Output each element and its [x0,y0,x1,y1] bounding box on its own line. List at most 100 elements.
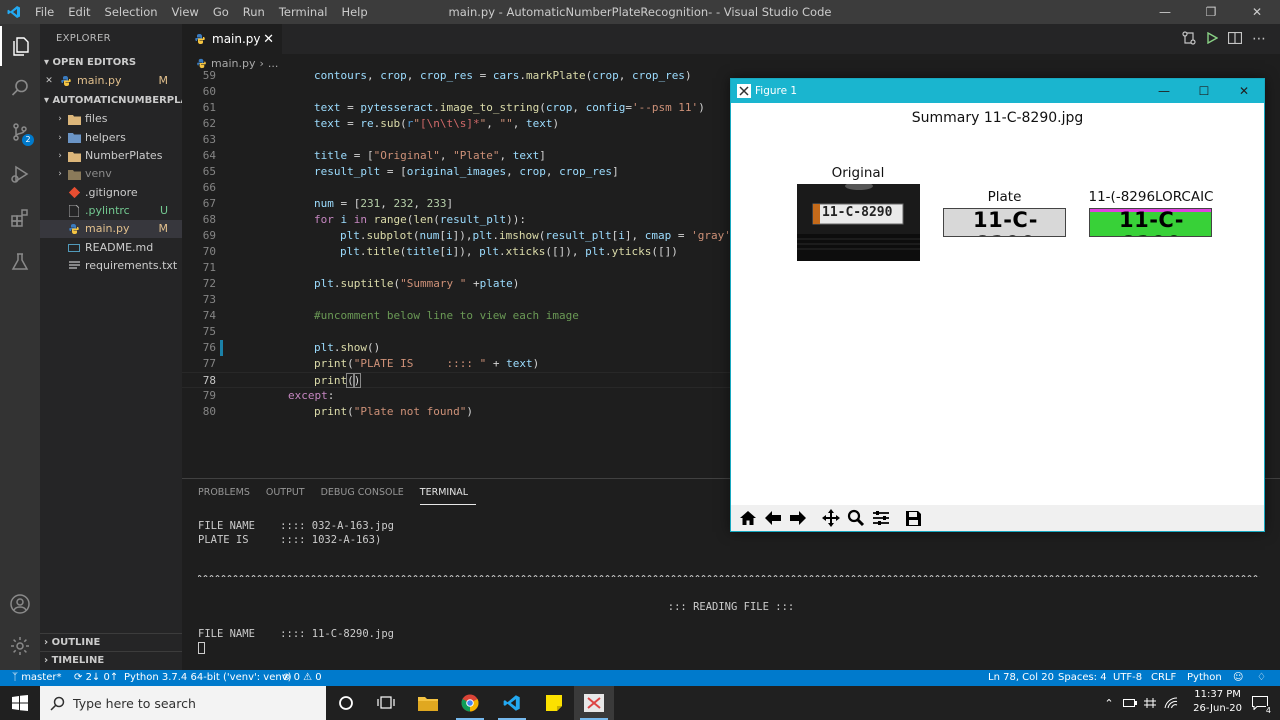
file-gitignore[interactable]: .gitignore [40,183,182,201]
status-bar: ᛉ master* ⟳ 2↓ 0↑ Python 3.7.4 64-bit ('… [0,670,1280,686]
python-interpreter[interactable]: Python 3.7.4 64-bit ('venv': venv) [124,670,292,686]
close-icon[interactable]: ✕ [1234,0,1280,24]
editor-tabs: main.py ✕ ⋯ [182,24,1280,54]
folder-icon [66,151,82,162]
tab-terminal[interactable]: TERMINAL [419,487,477,505]
chevron-right-icon: › [44,655,52,666]
figure-canvas[interactable]: Summary 11-C-8290.jpg Original 11-C-8290… [731,103,1264,505]
tab-output[interactable]: OUTPUT [266,487,313,505]
branch-status[interactable]: ᛉ master* [12,670,61,686]
code-line: 77 print("PLATE IS :::: " + text) [182,356,730,372]
code-line: 69 plt.subplot(num[i]),plt.imshow(result_… [182,228,730,244]
more-actions-icon[interactable]: ⋯ [1252,31,1266,47]
vscode-taskbar-icon[interactable] [492,686,532,720]
minimize-icon[interactable]: — [1144,79,1184,103]
taskbar-search[interactable]: Type here to search [40,686,326,720]
end-of-line[interactable]: CRLF [1151,670,1176,686]
back-arrow-icon[interactable] [760,506,785,530]
pan-move-icon[interactable] [818,506,843,530]
close-icon[interactable]: ✕ [1224,79,1264,103]
line-number: 71 [202,261,216,274]
clock-time: 11:37 PM [1194,689,1241,700]
activity-bar: 2 [0,24,40,670]
close-tab-icon[interactable]: ✕ [263,32,274,47]
menu-run[interactable]: Run [236,0,272,24]
cursor-position[interactable]: Ln 78, Col 20 [988,670,1054,686]
subplot-title-result: 11-(-8296LORCAIC [1088,189,1214,205]
folder-numberplates[interactable]: › NumberPlates [40,147,182,165]
settings-gear-icon[interactable] [0,626,40,666]
tab-main-py[interactable]: main.py ✕ [182,24,282,54]
file-explorer-icon[interactable] [408,686,448,720]
language-mode[interactable]: Python [1187,670,1222,686]
file-readme[interactable]: README.md [40,238,182,256]
folder-venv[interactable]: › venv [40,165,182,183]
sync-status[interactable]: ⟳ 2↓ 0↑ [74,670,118,686]
indentation[interactable]: Spaces: 4 [1058,670,1107,686]
source-control-icon[interactable]: 2 [0,112,40,152]
outline-section[interactable]: › OUTLINE [40,633,182,651]
open-editors-header[interactable]: ▾ OPEN EDITORS [40,54,182,72]
timeline-section[interactable]: › TIMELINE [40,651,182,669]
home-icon[interactable] [735,506,760,530]
configure-subplots-icon[interactable] [868,506,893,530]
menu-selection[interactable]: Selection [98,0,165,24]
zoom-magnifier-icon[interactable] [843,506,868,530]
subplot-title-plate: Plate [987,189,1022,205]
sticky-notes-icon[interactable] [534,686,574,720]
line-number: 65 [202,165,216,178]
vscode-logo-icon[interactable] [0,0,28,24]
menu-edit[interactable]: Edit [61,0,97,24]
windows-start-icon[interactable] [0,686,40,720]
run-python-icon[interactable] [1206,31,1219,47]
testing-icon[interactable] [0,242,40,282]
compare-changes-icon[interactable] [1182,30,1196,48]
save-figure-icon[interactable] [901,506,926,530]
taskbar-clock[interactable]: 11:37 PM 26-Jun-20 [1193,688,1242,716]
run-debug-icon[interactable] [0,154,40,194]
maximize-icon[interactable]: ☐ [1184,79,1224,103]
task-view-icon[interactable] [366,686,406,720]
notifications-bell-icon[interactable]: ♢ [1257,670,1266,686]
restore-icon[interactable]: ❐ [1188,0,1234,24]
battery-icon[interactable] [1120,686,1140,720]
tab-debug-console[interactable]: DEBUG CONSOLE [321,487,412,505]
extensions-icon[interactable] [0,198,40,238]
file-main-py[interactable]: main.py M [40,220,182,239]
figure-title-bar[interactable]: Figure 1 — ☐ ✕ [731,79,1264,103]
forward-arrow-icon[interactable] [785,506,810,530]
file-requirements[interactable]: requirements.txt [40,257,182,275]
close-icon[interactable]: ✕ [40,72,58,90]
tab-problems[interactable]: PROBLEMS [198,487,258,505]
menu-go[interactable]: Go [206,0,236,24]
cortana-icon[interactable] [326,686,366,720]
project-header[interactable]: ▾ AUTOMATICNUMBERPLAT... [40,92,182,110]
action-center-icon[interactable]: 4 [1242,686,1278,720]
problems-status[interactable]: ⊗ 0 ⚠ 0 [282,670,322,686]
folder-files[interactable]: › files [40,110,182,128]
file-pylintrc[interactable]: .pylintrc U [40,202,182,220]
minimize-icon[interactable]: — [1142,0,1188,24]
menu-file[interactable]: File [28,0,61,24]
warning-icon: ⚠ [303,672,316,683]
account-icon[interactable] [0,584,40,624]
menu-terminal[interactable]: Terminal [272,0,335,24]
search-icon[interactable] [0,68,40,108]
show-hidden-icons[interactable]: ⌃ [1098,686,1120,720]
split-editor-icon[interactable] [1227,31,1243,47]
chrome-icon[interactable] [450,686,490,720]
wifi-icon[interactable] [1160,686,1182,720]
feedback-icon[interactable]: ☺ [1233,670,1243,686]
open-editor-main-py[interactable]: ✕ main.py M [40,72,182,90]
menu-view[interactable]: View [165,0,206,24]
network-icon[interactable] [1140,686,1160,720]
python-figure-taskbar-icon[interactable] [574,686,614,720]
menu-help[interactable]: Help [334,0,374,24]
folder-helpers[interactable]: › helpers [40,129,182,147]
code-editor[interactable]: 59 contours, crop, crop_res = cars.markPl… [182,68,730,478]
code-line: 71 [182,260,730,276]
code-text: plt.suptitle("Summary " +plate) [314,277,520,290]
code-line: 67 num = [231, 232, 233] [182,196,730,212]
explorer-icon[interactable] [0,26,40,66]
encoding[interactable]: UTF-8 [1113,670,1142,686]
